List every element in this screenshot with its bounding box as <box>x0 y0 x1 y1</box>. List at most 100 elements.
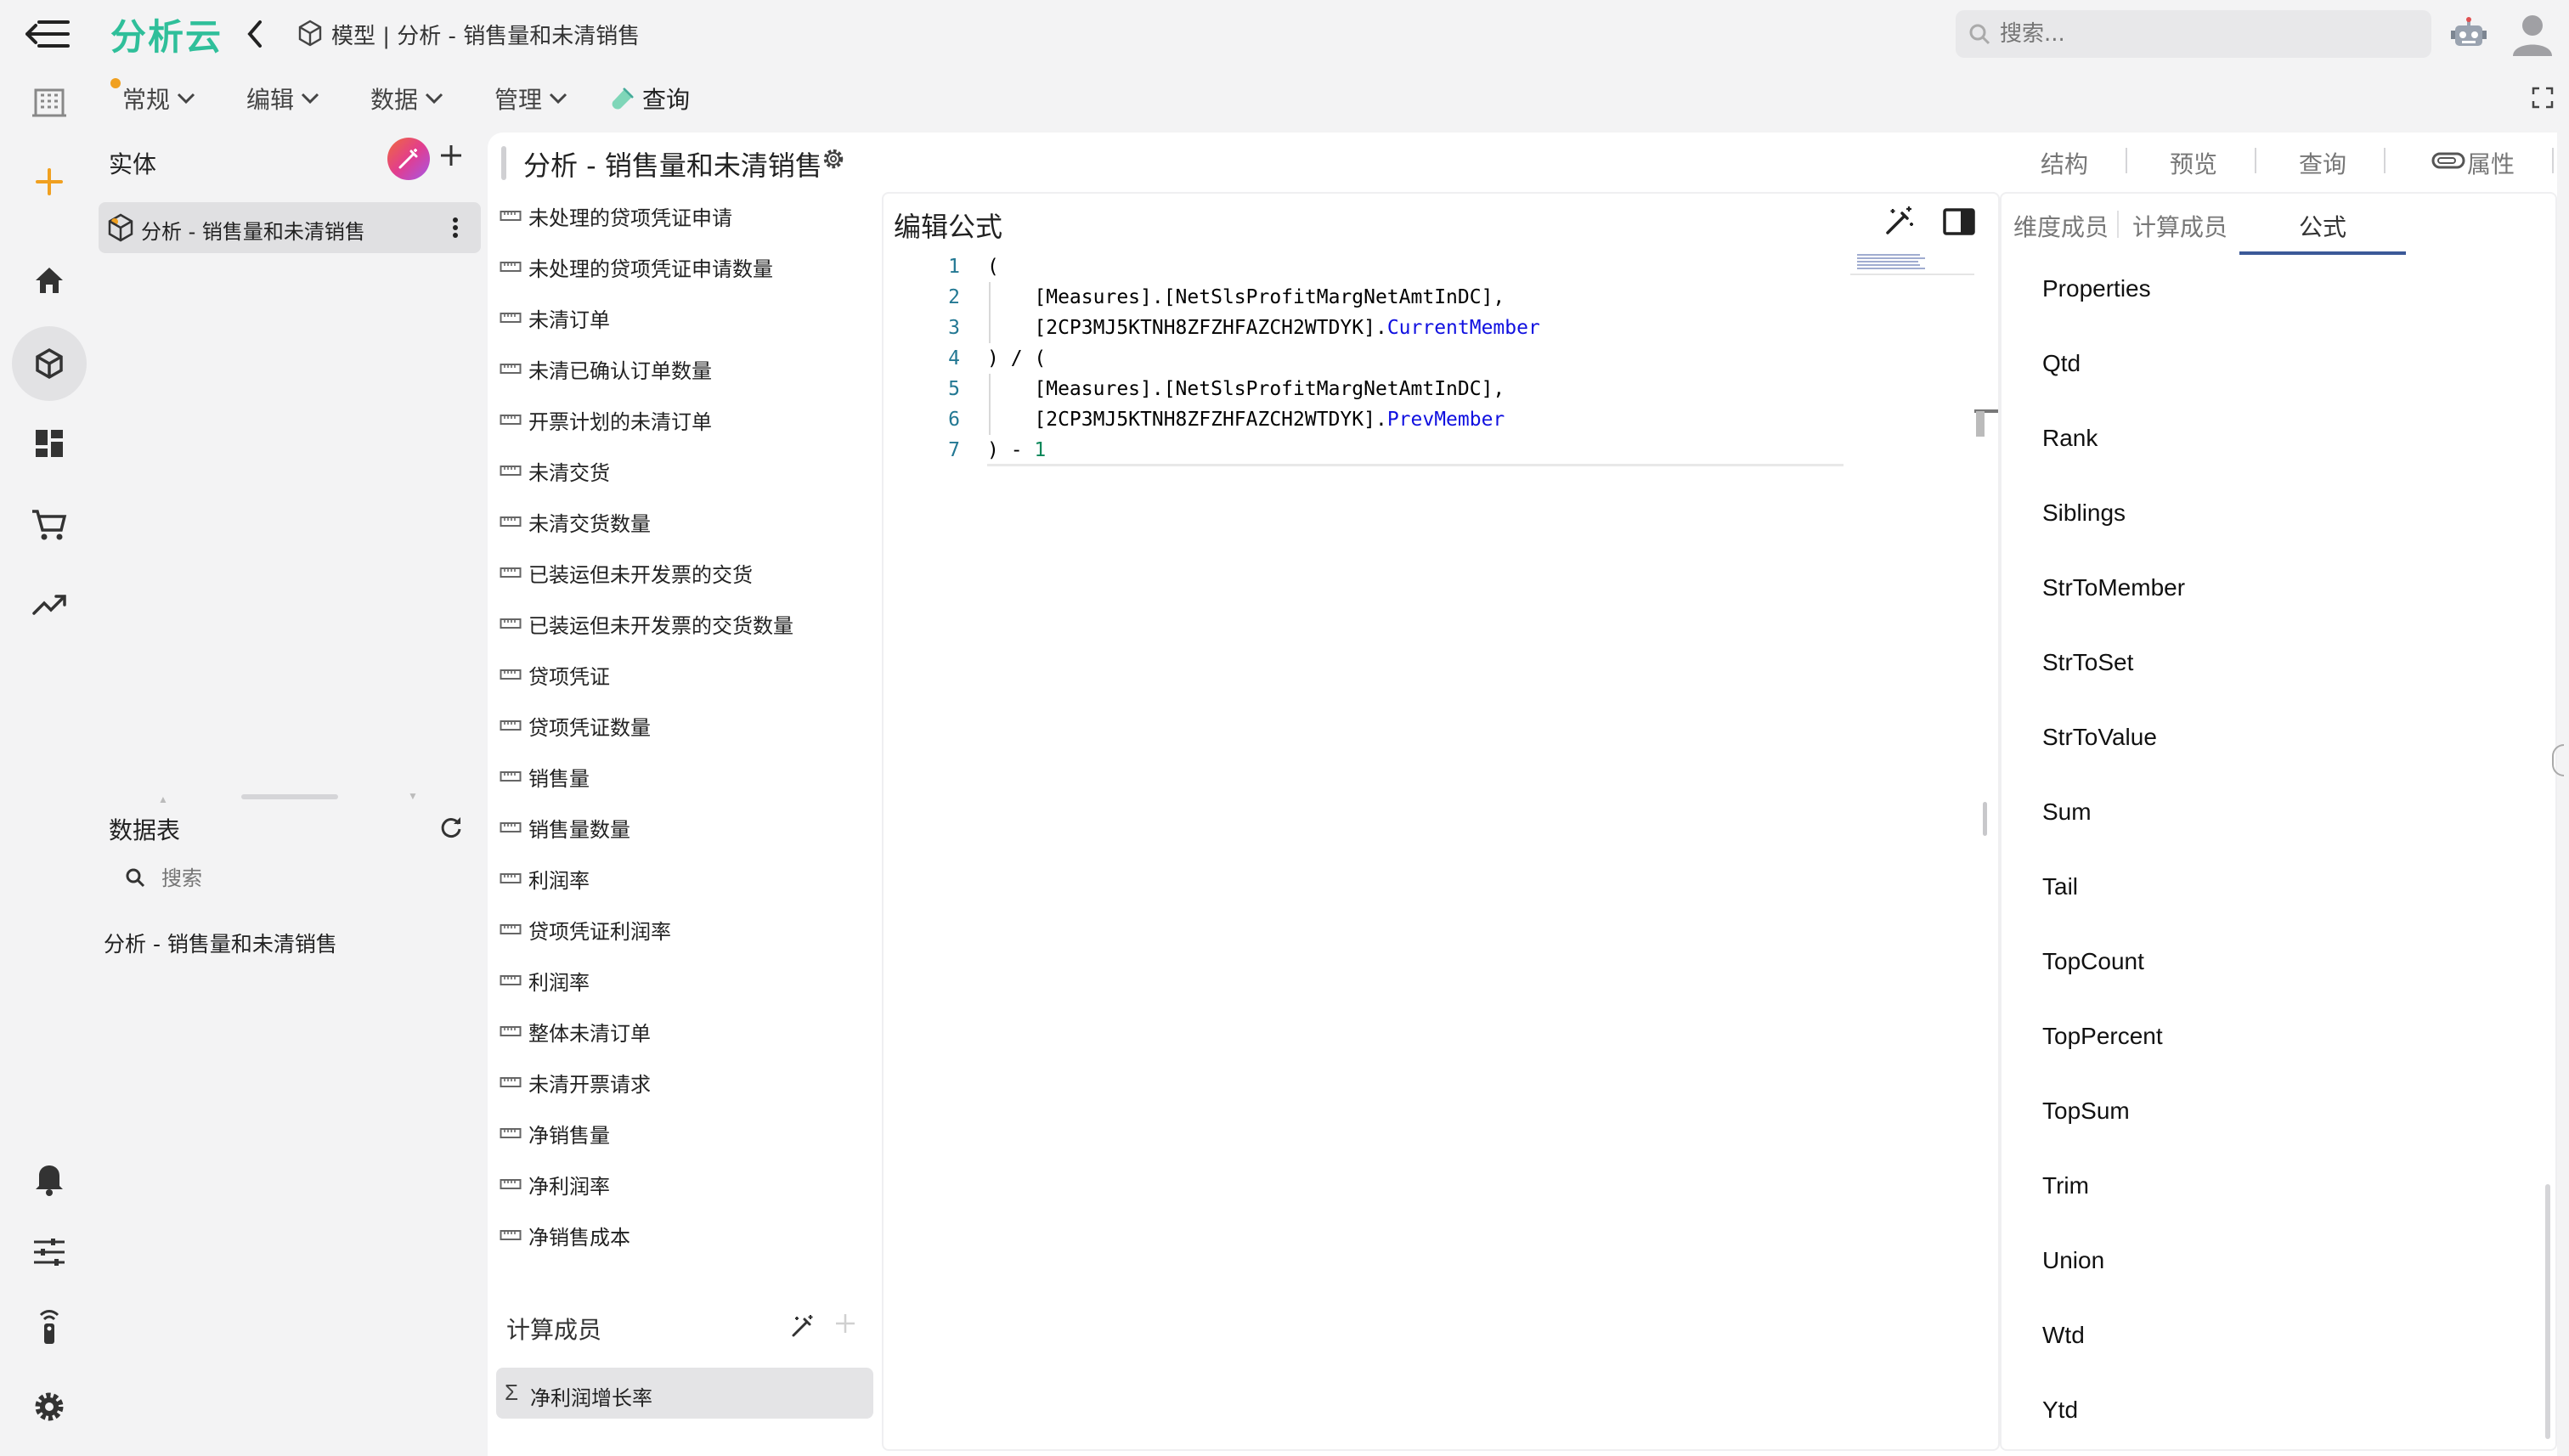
magic-wand-icon[interactable] <box>1883 204 1917 238</box>
rail-dashboard[interactable] <box>25 420 73 467</box>
code-line[interactable]: 7) - 1 <box>926 435 1046 466</box>
magic-wand-button[interactable] <box>387 138 430 180</box>
rail-home[interactable] <box>25 257 73 304</box>
menu-query[interactable]: 查询 <box>610 82 690 116</box>
code-line[interactable]: 1( <box>926 251 999 282</box>
user-avatar-icon[interactable] <box>2511 12 2554 56</box>
rail-building[interactable] <box>25 78 73 126</box>
splitter-up-arrow[interactable]: ▲ <box>158 793 168 805</box>
tab-calc-members[interactable]: 计算成员 <box>2132 209 2227 243</box>
code-line[interactable]: 5 [Measures].[NetSlsProfitMargNetAmtInDC… <box>926 374 1505 404</box>
rail-notifications[interactable] <box>25 1154 73 1201</box>
measure-item[interactable]: 贷项凭证利润率 <box>500 912 671 946</box>
function-item[interactable]: Tail <box>2042 873 2078 900</box>
rail-add[interactable] <box>25 158 73 206</box>
gear-icon[interactable] <box>821 146 846 172</box>
function-item[interactable]: Properties <box>2042 275 2151 302</box>
rail-cart[interactable] <box>25 501 73 549</box>
calc-member-item[interactable]: Σ 净利润增长率 <box>496 1368 873 1419</box>
measure-item[interactable]: 未处理的贷项凭证申请数量 <box>500 250 773 284</box>
tab-preview[interactable]: 预览 <box>2170 146 2217 180</box>
function-item[interactable]: Trim <box>2042 1172 2089 1199</box>
function-item[interactable]: TopSum <box>2042 1098 2130 1125</box>
fullscreen-icon[interactable] <box>2532 87 2554 109</box>
ruler-icon <box>500 873 522 883</box>
entity-item[interactable]: 分析 - 销售量和未清销售 <box>99 202 481 253</box>
measure-item[interactable]: 已装运但未开发票的交货数量 <box>500 607 793 641</box>
function-item[interactable]: StrToMember <box>2042 574 2185 601</box>
splitter-down-arrow[interactable]: ▼ <box>408 790 418 802</box>
function-item[interactable]: Union <box>2042 1247 2104 1274</box>
entity-item-label: 分析 - 销售量和未清销售 <box>141 220 365 244</box>
code-line[interactable]: 3 [2CP3MJ5KTNH8ZFZHFAZCH2WTDYK].CurrentM… <box>926 313 1540 343</box>
function-item[interactable]: TopPercent <box>2042 1023 2163 1050</box>
function-item[interactable]: Siblings <box>2042 499 2126 527</box>
side-panel-icon[interactable] <box>1942 207 1976 236</box>
ruler-icon <box>500 313 522 323</box>
add-calc-member-button[interactable] <box>834 1310 856 1341</box>
menu-general[interactable]: 常规 <box>122 82 195 116</box>
measure-item[interactable]: 未清交货 <box>500 454 610 488</box>
more-vertical-icon[interactable] <box>447 212 464 243</box>
panel-splitter[interactable] <box>241 794 338 799</box>
code-minimap[interactable] <box>1850 251 1974 277</box>
functions-scrollbar[interactable] <box>2545 1184 2550 1439</box>
function-item[interactable]: StrToSet <box>2042 649 2133 676</box>
measure-item[interactable]: 已装运但未开发票的交货 <box>500 556 753 590</box>
robot-assistant-icon[interactable] <box>2450 17 2487 51</box>
menu-data[interactable]: 数据 <box>370 82 443 116</box>
measure-item[interactable]: 销售量 <box>500 759 590 793</box>
tab-query[interactable]: 查询 <box>2299 146 2346 180</box>
tab-properties[interactable]: 属性 <box>2467 146 2515 180</box>
measure-item[interactable]: 销售量数量 <box>500 810 630 844</box>
datasource-item[interactable]: 分析 - 销售量和未清销售 <box>104 928 337 958</box>
function-item[interactable]: Sum <box>2042 799 2092 826</box>
menu-edit[interactable]: 编辑 <box>246 82 319 116</box>
tab-structure[interactable]: 结构 <box>2041 146 2088 180</box>
rail-settings[interactable] <box>25 1383 73 1431</box>
search-input[interactable] <box>2000 17 2416 51</box>
datasource-search[interactable] <box>119 861 425 895</box>
global-search[interactable] <box>1956 10 2431 58</box>
magic-wand-icon[interactable] <box>790 1313 816 1339</box>
function-item[interactable]: TopCount <box>2042 948 2144 975</box>
datasource-search-input[interactable] <box>161 863 416 894</box>
measure-item[interactable]: 整体未清订单 <box>500 1014 651 1048</box>
code-line[interactable]: 2 [Measures].[NetSlsProfitMargNetAmtInDC… <box>926 282 1505 313</box>
code-line[interactable]: 4) / ( <box>926 343 1046 374</box>
function-item[interactable]: Rank <box>2042 425 2098 452</box>
measure-item[interactable]: 未清交货数量 <box>500 505 651 539</box>
add-entity-button[interactable] <box>438 143 464 173</box>
editor-panel-splitter[interactable] <box>1983 802 1987 836</box>
measure-item[interactable]: 未处理的贷项凭证申请 <box>500 199 732 233</box>
measure-item[interactable]: 净销售量 <box>500 1116 610 1150</box>
tab-formulas[interactable]: 公式 <box>2299 209 2346 243</box>
measure-item[interactable]: 未清订单 <box>500 301 610 335</box>
function-item[interactable]: StrToValue <box>2042 724 2157 751</box>
rail-trend[interactable] <box>25 581 73 629</box>
editor-scroll-thumb[interactable] <box>1976 411 1985 437</box>
rail-model[interactable] <box>25 340 73 387</box>
measure-item[interactable]: 贷项凭证 <box>500 657 610 691</box>
measure-item[interactable]: 净利润率 <box>500 1167 610 1201</box>
menu-manage[interactable]: 管理 <box>494 82 567 116</box>
cart-icon <box>32 510 67 540</box>
rail-tune[interactable] <box>25 1228 73 1276</box>
function-item[interactable]: Ytd <box>2042 1397 2078 1424</box>
back-chevron-icon[interactable] <box>243 19 267 49</box>
menu-collapse-icon[interactable] <box>24 17 71 51</box>
measure-item[interactable]: 利润率 <box>500 861 590 895</box>
measure-item[interactable]: 未清开票请求 <box>500 1065 651 1099</box>
panel-collapse-handle[interactable] <box>2552 744 2564 776</box>
function-item[interactable]: Wtd <box>2042 1322 2085 1349</box>
tab-dimension-members[interactable]: 维度成员 <box>2013 209 2109 243</box>
function-item[interactable]: Qtd <box>2042 350 2081 377</box>
measure-item[interactable]: 贷项凭证数量 <box>500 708 651 742</box>
refresh-icon[interactable] <box>438 814 464 839</box>
measure-item[interactable]: 利润率 <box>500 963 590 997</box>
rail-remote[interactable] <box>25 1303 73 1351</box>
measure-item[interactable]: 净销售成本 <box>500 1218 630 1252</box>
code-line[interactable]: 6 [2CP3MJ5KTNH8ZFZHFAZCH2WTDYK].PrevMemb… <box>926 404 1505 435</box>
measure-item[interactable]: 开票计划的未清订单 <box>500 403 712 437</box>
measure-item[interactable]: 未清已确认订单数量 <box>500 352 712 386</box>
